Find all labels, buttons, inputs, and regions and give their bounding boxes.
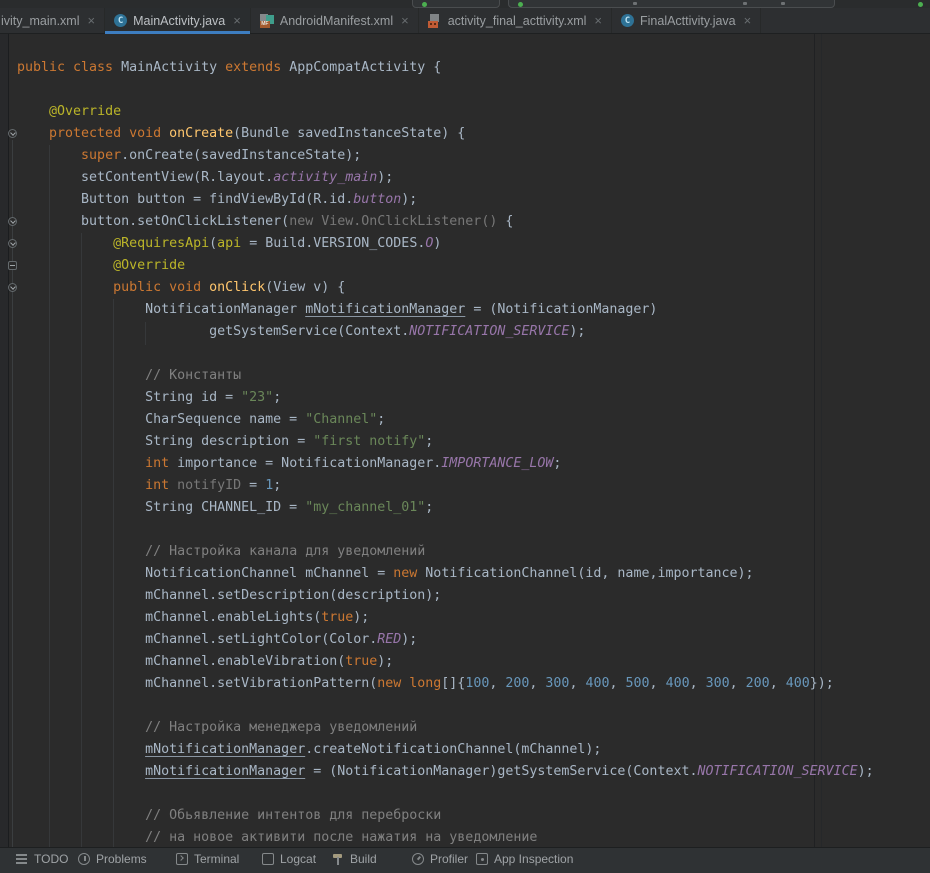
code-line: mChannel.setVibrationPattern(new long[]{… (17, 673, 874, 695)
code-line: getSystemService(Context.NOTIFICATION_SE… (17, 321, 874, 343)
xml-layout-file-icon (428, 14, 442, 28)
code-line (17, 695, 874, 717)
tool-window-label: Logcat (280, 852, 316, 866)
fold-chevron-icon[interactable] (8, 239, 17, 248)
code-line: CharSequence name = "Channel"; (17, 409, 874, 431)
tool-window-button-build[interactable]: Build (332, 852, 377, 866)
main-toolbar-edge (0, 0, 930, 8)
ide-window: { "app": { "name_hint": "Android Studio … (0, 0, 930, 855)
code-line: int importance = NotificationManager.IMP… (17, 453, 874, 475)
toolbar-icon[interactable] (781, 2, 785, 5)
code-line: mChannel.enableLights(true); (17, 607, 874, 629)
tool-window-label: Terminal (194, 852, 239, 866)
code-line: // Настройка канала для уведомлений (17, 541, 874, 563)
code-line: String id = "23"; (17, 387, 874, 409)
tab-close-icon[interactable]: × (401, 14, 409, 27)
tool-window-label: App Inspection (494, 852, 573, 866)
tab-label: activity_final_acttivity.xml (448, 14, 587, 28)
manifest-file-icon: MF (260, 14, 274, 28)
java-class-icon: C (114, 14, 127, 27)
code-line: protected void onCreate(Bundle savedInst… (17, 123, 874, 145)
fold-chevron-icon[interactable] (8, 217, 17, 226)
tool-window-button-todo[interactable]: TODO (16, 852, 68, 866)
code-line: // Константы (17, 365, 874, 387)
code-line (17, 783, 874, 805)
tab-label: ivity_main.xml (1, 14, 80, 28)
code-line (17, 79, 874, 101)
tool-window-label: Build (350, 852, 377, 866)
code-line: NotificationManager mNotificationManager… (17, 299, 874, 321)
run-icon[interactable] (422, 2, 427, 7)
tab-AndroidManifest.xml[interactable]: MF AndroidManifest.xml × (251, 8, 419, 33)
code-line: mChannel.enableVibration(true); (17, 651, 874, 673)
code-line (17, 519, 874, 541)
device-selector[interactable] (508, 0, 835, 8)
tab-label: MainActivity.java (133, 14, 225, 28)
code-line: public void onClick(View v) { (17, 277, 874, 299)
tab-label: FinalActtivity.java (640, 14, 736, 28)
tab-FinalActtivity.java[interactable]: C FinalActtivity.java × (612, 8, 761, 33)
tool-window-button-profiler[interactable]: Profiler (412, 852, 468, 866)
code-line: int notifyID = 1; (17, 475, 874, 497)
code-line: setContentView(R.layout.activity_main); (17, 167, 874, 189)
tab-label: AndroidManifest.xml (280, 14, 393, 28)
tool-window-label: Profiler (430, 852, 468, 866)
tab-close-icon[interactable]: × (744, 14, 752, 27)
toolbar-icon[interactable] (633, 2, 637, 5)
code-line: mChannel.setLightColor(Color.RED); (17, 629, 874, 651)
tool-window-button-logcat[interactable]: Logcat (262, 852, 316, 866)
tab-close-icon[interactable]: × (233, 14, 241, 27)
run-icon[interactable] (518, 2, 523, 7)
code-line: String CHANNEL_ID = "my_channel_01"; (17, 497, 874, 519)
code-line: // Обьявление интентов для переброски (17, 805, 874, 827)
code-line: @Override (17, 255, 874, 277)
code-line: NotificationChannel mChannel = new Notif… (17, 563, 874, 585)
run-icon[interactable] (918, 2, 923, 7)
code-line: // Настройка менеджера уведомлений (17, 717, 874, 739)
fold-chevron-icon[interactable] (8, 129, 17, 138)
tool-window-button-problems[interactable]: Problems (78, 852, 147, 866)
tab-ivity_main.xml[interactable]: ivity_main.xml × (0, 8, 105, 33)
code-line: @Override (17, 101, 874, 123)
code-line: @RequiresApi(api = Build.VERSION_CODES.O… (17, 233, 874, 255)
code-line (17, 343, 874, 365)
code-line: // на новое активити после нажатия на ув… (17, 827, 874, 849)
tool-window-label: TODO (34, 852, 68, 866)
tab-activity_final_acttivity.xml[interactable]: activity_final_acttivity.xml × (419, 8, 612, 33)
tab-close-icon[interactable]: × (88, 14, 96, 27)
code-editor[interactable]: public class MainActivity extends AppCom… (0, 34, 930, 847)
code-line: super.onCreate(savedInstanceState); (17, 145, 874, 167)
code-line: Button button = findViewById(R.id.button… (17, 189, 874, 211)
code-line: public class MainActivity extends AppCom… (17, 57, 874, 79)
tool-window-bar: TODO Problems Terminal Logcat Build Profiler A… (0, 847, 930, 873)
java-class-icon: C (621, 14, 634, 27)
tab-bar: ivity_main.xml × C MainActivity.java × MF Andr… (0, 8, 930, 34)
code-line: String description = "first notify"; (17, 431, 874, 453)
tool-window-button-app-inspection[interactable]: App Inspection (476, 852, 573, 866)
code-line: mNotificationManager = (NotificationMana… (17, 761, 874, 783)
code-area[interactable]: public class MainActivity extends AppCom… (0, 35, 874, 849)
code-line (17, 35, 874, 57)
code-line: button.setOnClickListener(new View.OnCli… (17, 211, 874, 233)
tool-window-label: Problems (96, 852, 147, 866)
toolbar-icon[interactable] (743, 2, 747, 5)
tab-MainActivity.java[interactable]: C MainActivity.java × (105, 8, 251, 33)
fold-chevron-icon[interactable] (8, 283, 17, 292)
fold-collapse-icon[interactable] (8, 261, 17, 270)
code-line: mNotificationManager.createNotificationC… (17, 739, 874, 761)
code-line: mChannel.setDescription(description); (17, 585, 874, 607)
tab-close-icon[interactable]: × (594, 14, 602, 27)
tool-window-button-terminal[interactable]: Terminal (176, 852, 239, 866)
